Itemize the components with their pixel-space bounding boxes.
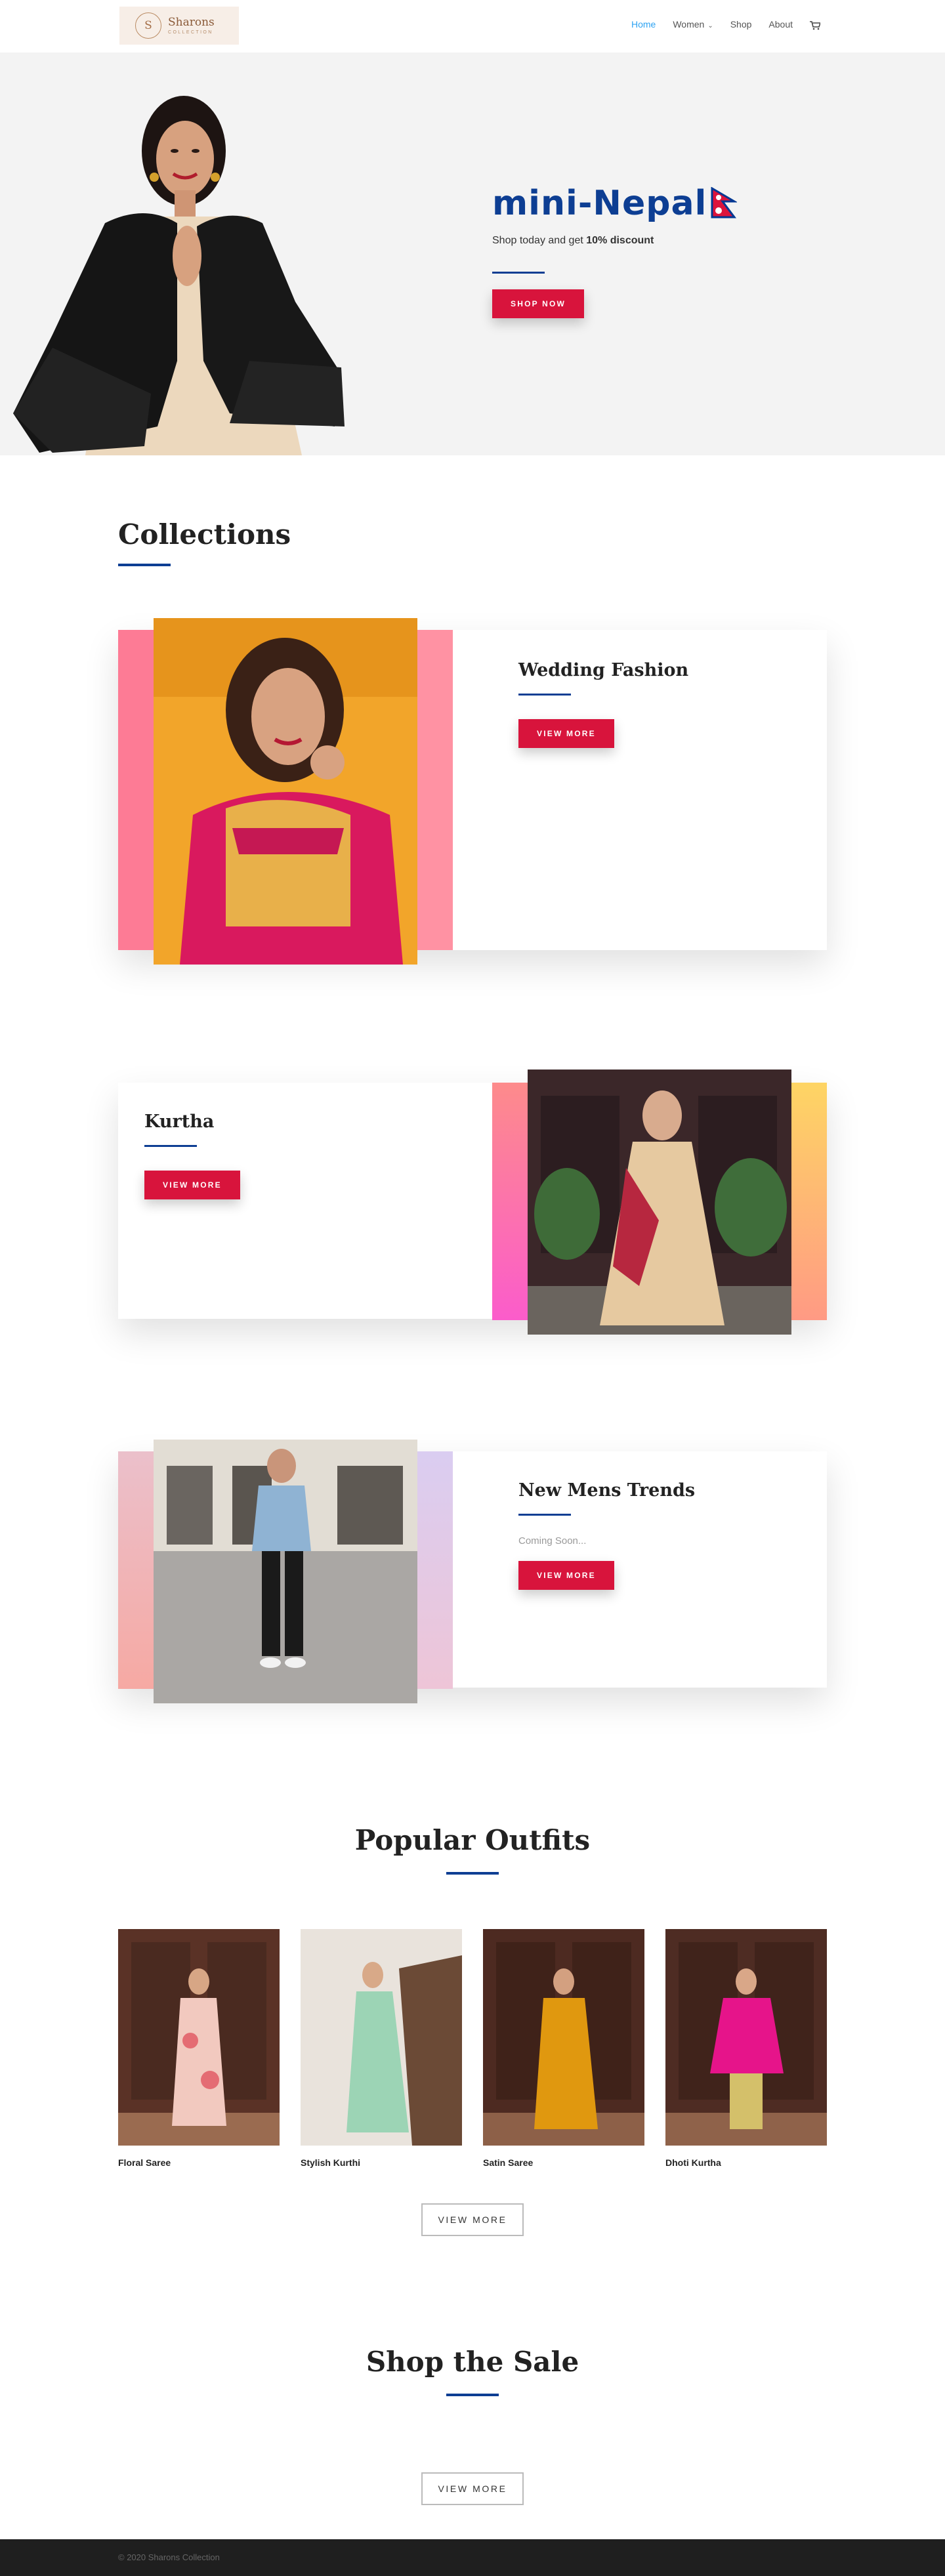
outfit-label: Stylish Kurthi bbox=[301, 2157, 361, 2168]
shop-now-button[interactable]: Shop Now bbox=[492, 289, 585, 318]
outfit-card[interactable]: Stylish Kurthi bbox=[301, 1929, 462, 2168]
mens-trends-image bbox=[154, 1440, 417, 1703]
outfit-card[interactable]: Floral Saree bbox=[118, 1929, 280, 2168]
nepal-flag-icon bbox=[711, 186, 738, 220]
view-more-button[interactable]: View More bbox=[518, 719, 614, 748]
outfit-label: Floral Saree bbox=[118, 2157, 171, 2168]
outfit-card[interactable]: Dhoti Kurtha bbox=[665, 1929, 827, 2168]
hero-title-text: mini-Nepal bbox=[492, 184, 707, 223]
hero-section: mini-Nepal Shop today and get 10% discou… bbox=[0, 52, 945, 455]
collection-description: Coming Soon... bbox=[518, 1535, 587, 1547]
hero-discount: 10% discount bbox=[586, 235, 654, 246]
site-footer: © 2020 Sharons Collection bbox=[0, 2539, 945, 2576]
yellow-backdrop bbox=[791, 1083, 827, 1320]
title-divider bbox=[446, 2394, 499, 2396]
view-more-button[interactable]: View More bbox=[144, 1171, 240, 1199]
outfit-label: Satin Saree bbox=[483, 2157, 534, 2168]
collections-title: Collections bbox=[118, 518, 291, 551]
title-divider bbox=[446, 1872, 499, 1875]
collection-title: New Mens Trends bbox=[518, 1480, 696, 1501]
copyright-text: © 2020 Sharons Collection bbox=[118, 2552, 220, 2562]
hero-divider bbox=[492, 272, 545, 274]
logo-name: Sharons bbox=[168, 16, 215, 29]
title-divider bbox=[518, 694, 571, 696]
nav-about[interactable]: About bbox=[768, 19, 793, 30]
view-more-button[interactable]: View More bbox=[518, 1561, 614, 1590]
outfit-image[interactable] bbox=[118, 1929, 280, 2146]
wedding-fashion-image bbox=[154, 618, 417, 965]
popular-view-more-button[interactable]: View More bbox=[421, 2203, 524, 2236]
popular-title: Popular Outfits bbox=[354, 1824, 591, 1856]
sale-view-more-button[interactable]: View More bbox=[421, 2472, 524, 2505]
outfit-image[interactable] bbox=[665, 1929, 827, 2146]
chevron-down-icon: ⌄ bbox=[707, 22, 713, 30]
outfit-card[interactable]: Satin Saree bbox=[483, 1929, 644, 2168]
cart-icon[interactable] bbox=[810, 21, 822, 30]
hero-model-image bbox=[13, 85, 348, 455]
hero-subtitle: Shop today and get 10% discount bbox=[492, 235, 737, 247]
site-header: S Sharons Collection Home Women ⌄ Shop Ab… bbox=[0, 0, 945, 52]
nav-shop[interactable]: Shop bbox=[730, 19, 752, 30]
site-logo[interactable]: S Sharons Collection bbox=[119, 7, 239, 45]
collections-heading: Collections bbox=[118, 518, 291, 566]
title-divider bbox=[144, 1145, 197, 1147]
nav-home[interactable]: Home bbox=[631, 19, 656, 30]
hero-subtitle-prefix: Shop today and get bbox=[492, 235, 587, 246]
sale-heading: Shop the Sale bbox=[0, 2346, 945, 2396]
logo-subtitle: Collection bbox=[168, 30, 213, 35]
nav-women[interactable]: Women ⌄ bbox=[673, 19, 713, 30]
collection-title: Kurtha bbox=[144, 1111, 215, 1132]
title-divider bbox=[118, 564, 171, 566]
outfit-image[interactable] bbox=[483, 1929, 644, 2146]
outfit-label: Dhoti Kurtha bbox=[665, 2157, 721, 2168]
collection-title: Wedding Fashion bbox=[518, 660, 689, 680]
hero-title: mini-Nepal bbox=[492, 184, 738, 223]
lavender-backdrop bbox=[417, 1451, 453, 1689]
main-nav: Home Women ⌄ Shop About bbox=[631, 19, 822, 30]
nav-women-label: Women bbox=[673, 19, 705, 30]
logo-monogram: S bbox=[135, 12, 161, 39]
popular-heading: Popular Outfits bbox=[0, 1824, 945, 1875]
pink-backdrop bbox=[417, 630, 453, 950]
sale-title: Shop the Sale bbox=[366, 2346, 579, 2378]
title-divider bbox=[518, 1514, 571, 1516]
outfit-image[interactable] bbox=[301, 1929, 462, 2146]
kurtha-image bbox=[528, 1070, 791, 1335]
